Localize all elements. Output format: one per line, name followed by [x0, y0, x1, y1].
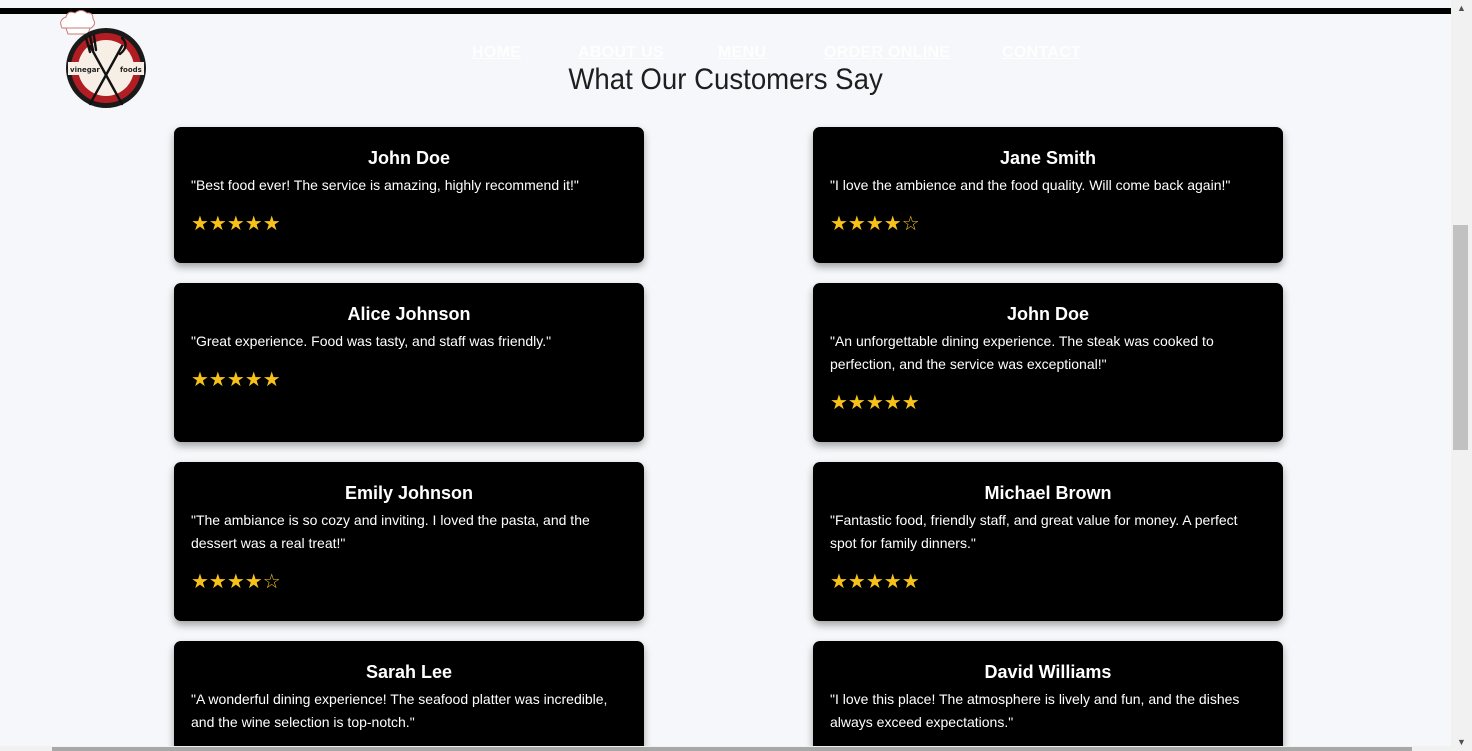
review-card: Sarah Lee "A wonderful dining experience…	[174, 641, 644, 751]
review-text: "I love this place! The atmosphere is li…	[830, 691, 1240, 730]
star-rating: ★★★★★	[830, 571, 920, 593]
star-rating: ★★★★☆	[830, 213, 920, 235]
reviewer-name: Michael Brown	[984, 483, 1112, 503]
nav-link-contact[interactable]: CONTACT	[1002, 44, 1081, 62]
review-text: "A wonderful dining experience! The seaf…	[191, 691, 608, 730]
horizontal-scrollbar-thumb[interactable]	[52, 747, 1412, 751]
scroll-down-icon[interactable]: ▼	[1451, 734, 1472, 751]
review-text: "Great experience. Food was tasty, and s…	[191, 333, 552, 349]
reviewer-name: Emily Johnson	[344, 483, 474, 503]
review-card: John Doe "Best food ever! The service is…	[174, 127, 644, 263]
review-text: "I love the ambience and the food qualit…	[830, 177, 1231, 193]
star-rating: ★★★★☆	[191, 571, 281, 593]
review-card: Alice Johnson "Great experience. Food wa…	[174, 283, 644, 442]
review-text: "An unforgettable dining experience. The…	[830, 333, 1214, 372]
review-card: Emily Johnson "The ambiance is so cozy a…	[174, 462, 644, 621]
horizontal-scrollbar[interactable]	[0, 746, 1451, 751]
reviewer-name: John Doe	[367, 148, 450, 168]
star-rating: ★★★★★	[191, 213, 281, 235]
review-card: Jane Smith "I love the ambience and the …	[813, 127, 1283, 263]
reviewer-name: Sarah Lee	[365, 662, 453, 682]
nav-link-home[interactable]: HOME	[472, 44, 521, 62]
scroll-up-icon[interactable]: ▲	[1451, 0, 1472, 17]
review-card: David Williams "I love this place! The a…	[813, 641, 1283, 751]
reviewer-name: David Williams	[984, 662, 1112, 682]
reviewer-name: Alice Johnson	[347, 304, 471, 324]
header-dark-band	[0, 8, 1451, 14]
scrollbar-thumb[interactable]	[1453, 225, 1468, 450]
section-title: What Our Customers Say	[568, 63, 883, 96]
nav-link-about[interactable]: ABOUT US	[578, 44, 664, 62]
review-text: "Fantastic food, friendly staff, and gre…	[830, 512, 1238, 551]
star-rating: ★★★★★	[191, 369, 281, 391]
review-card: John Doe "An unforgettable dining experi…	[813, 283, 1283, 442]
review-text: "Best food ever! The service is amazing,…	[191, 177, 579, 193]
nav-link-order-online[interactable]: ORDER ONLINE	[824, 44, 950, 62]
nav-link-menu[interactable]: MENU	[718, 44, 766, 62]
reviewer-name: Jane Smith	[999, 148, 1097, 168]
reviewer-name: John Doe	[1006, 304, 1089, 324]
chef-hat-icon	[60, 10, 96, 35]
star-rating: ★★★★★	[830, 392, 920, 414]
review-text: "The ambiance is so cozy and inviting. I…	[191, 512, 590, 551]
review-card: Michael Brown "Fantastic food, friendly …	[813, 462, 1283, 621]
